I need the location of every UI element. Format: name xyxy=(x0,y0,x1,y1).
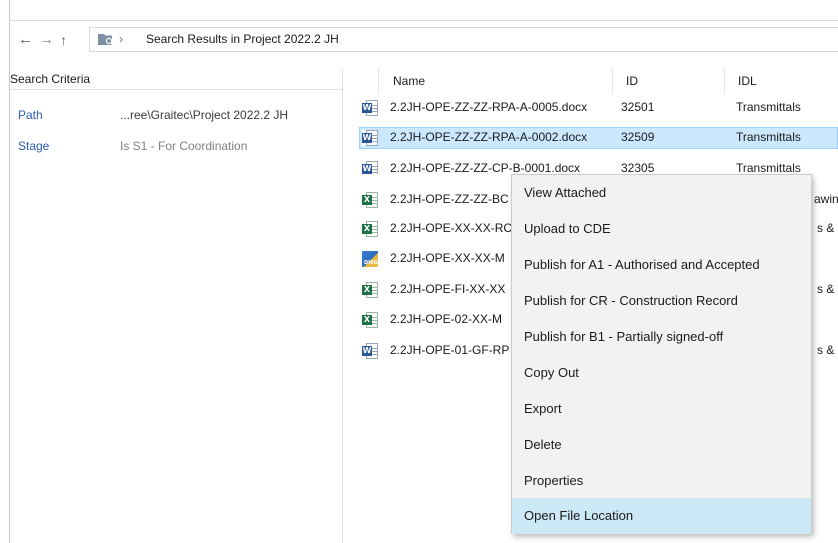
menu-item-properties[interactable]: Properties xyxy=(512,463,811,499)
file-name: 2.2JH-OPE-01-GF-RP xyxy=(390,343,510,357)
word-doc-icon: W xyxy=(362,130,378,146)
breadcrumb-search-results[interactable]: Search Results in Project 2022.2 JH xyxy=(146,32,339,47)
file-id: 32501 xyxy=(621,100,655,114)
dwg-drawing-icon: DWG xyxy=(362,251,378,267)
file-name: 2.2JH-OPE-ZZ-ZZ-CP-B-0001.docx xyxy=(390,161,581,174)
menu-item-copy-out[interactable]: Copy Out xyxy=(512,355,811,391)
excel-sheet-icon: X xyxy=(362,192,378,208)
file-name: 2.2JH-OPE-ZZ-ZZ-RPA-A-0002.docx xyxy=(390,130,588,144)
file-idl: awin xyxy=(814,192,838,206)
menu-item-upload-to-cde[interactable]: Upload to CDE xyxy=(512,211,811,247)
column-header-name[interactable]: Name xyxy=(393,72,425,90)
file-name: 2.2JH-OPE-ZZ-ZZ-RPA-A-0005.docx xyxy=(390,100,588,114)
file-idl: Transmittals xyxy=(736,161,801,174)
file-idl: Transmittals xyxy=(736,130,801,144)
menu-item-view-attached[interactable]: View Attached xyxy=(512,175,811,211)
criteria-key-path[interactable]: Path xyxy=(18,105,43,125)
excel-sheet-icon: X xyxy=(362,282,378,298)
file-row-selected[interactable]: W 2.2JH-OPE-ZZ-ZZ-RPA-A-0002.docx 32509 … xyxy=(359,127,838,149)
file-id: 32305 xyxy=(621,161,655,174)
column-header-idl[interactable]: IDL xyxy=(738,72,757,90)
search-criteria-header: Search Criteria xyxy=(10,68,342,90)
breadcrumb-chevron-icon[interactable]: › xyxy=(119,32,123,47)
back-arrow-icon[interactable]: ← xyxy=(18,30,33,50)
ribbon-divider xyxy=(9,20,838,21)
forward-arrow-icon[interactable]: → xyxy=(39,30,54,50)
file-id: 32509 xyxy=(621,130,655,144)
file-idl: s & I xyxy=(817,282,838,296)
file-row[interactable]: W 2.2JH-OPE-ZZ-ZZ-RPA-A-0005.docx 32501 … xyxy=(359,97,838,119)
file-name: 2.2JH-OPE-XX-XX-RC xyxy=(390,221,513,235)
excel-sheet-icon: X xyxy=(362,221,378,237)
criteria-value-stage: Is S1 - For Coordination xyxy=(120,139,248,153)
file-idl: s & I xyxy=(817,221,838,235)
word-doc-icon: W xyxy=(362,100,378,116)
menu-item-publish-a1[interactable]: Publish for A1 - Authorised and Accepted xyxy=(512,247,811,283)
column-separator[interactable] xyxy=(724,68,725,94)
file-name: 2.2JH-OPE-FI-XX-XX xyxy=(390,282,506,296)
file-name: 2.2JH-OPE-ZZ-ZZ-BC xyxy=(390,192,509,206)
excel-sheet-icon: X xyxy=(362,312,378,328)
file-name: 2.2JH-OPE-XX-XX-M xyxy=(390,251,505,265)
menu-item-export[interactable]: Export xyxy=(512,391,811,427)
word-doc-icon: W xyxy=(362,343,378,359)
file-idl: s & I xyxy=(817,343,838,357)
word-doc-icon: W xyxy=(362,161,378,174)
context-menu: View Attached Upload to CDE Publish for … xyxy=(511,174,812,534)
search-folder-icon xyxy=(98,34,114,46)
address-bar[interactable]: › Search Results in Project 2022.2 JH xyxy=(89,27,838,52)
menu-item-publish-b1[interactable]: Publish for B1 - Partially signed-off xyxy=(512,319,811,355)
up-arrow-icon[interactable]: ↑ xyxy=(60,30,67,50)
menu-item-open-file-location[interactable]: Open File Location xyxy=(512,498,811,534)
column-separator[interactable] xyxy=(378,68,379,94)
criteria-key-stage[interactable]: Stage xyxy=(18,136,49,156)
menu-item-delete[interactable]: Delete xyxy=(512,427,811,463)
column-header-id[interactable]: ID xyxy=(626,72,638,90)
file-row[interactable]: W 2.2JH-OPE-ZZ-ZZ-CP-B-0001.docx 32305 T… xyxy=(359,158,838,174)
file-name: 2.2JH-OPE-02-XX-M xyxy=(390,312,503,326)
column-separator[interactable] xyxy=(612,68,613,94)
criteria-value-path: ...ree\Graitec\Project 2022.2 JH xyxy=(120,108,289,122)
menu-item-publish-cr[interactable]: Publish for CR - Construction Record xyxy=(512,283,811,319)
file-idl: Transmittals xyxy=(736,100,801,114)
